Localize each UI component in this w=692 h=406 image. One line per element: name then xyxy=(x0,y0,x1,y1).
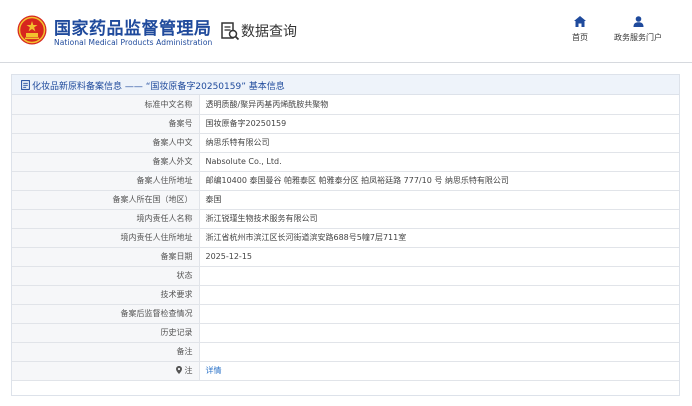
table-row: 历史记录 xyxy=(12,323,679,343)
row-label: 备案人所在国（地区） xyxy=(12,190,200,210)
row-value: 浙江省杭州市滨江区长河街道滨安路688号5幢7层711室 xyxy=(199,228,679,248)
nav-service-portal-label: 政务服务门户 xyxy=(614,33,662,42)
row-label-text: 境内责任人名称 xyxy=(136,214,193,223)
header-divider xyxy=(0,62,692,63)
pin-icon xyxy=(175,366,182,374)
table-row: 标准中文名称 透明质酸/聚异丙基丙烯酰胺共聚物 xyxy=(12,95,679,115)
table-row: 备案后监督检查情况 xyxy=(12,304,679,324)
row-label: 历史记录 xyxy=(12,323,200,343)
row-label: 境内责任人名称 xyxy=(12,209,200,229)
row-label-text: 历史记录 xyxy=(160,328,193,337)
row-label-text: 备案后监督检查情况 xyxy=(120,309,193,318)
row-label: 备案后监督检查情况 xyxy=(12,304,200,324)
row-value-text: 泰国 xyxy=(205,195,222,204)
nav-service-portal[interactable]: 政务服务门户 xyxy=(610,16,666,43)
row-label-text: 备案人住所地址 xyxy=(136,176,193,185)
row-label-text: 备案日期 xyxy=(160,252,193,261)
details-link[interactable]: 详情 xyxy=(206,366,222,375)
row-value: Nabsolute Co., Ltd. xyxy=(199,152,679,172)
row-value: 浙江锐瑾生物技术服务有限公司 xyxy=(199,209,679,229)
row-value xyxy=(199,323,679,343)
row-value: 泰国 xyxy=(199,190,679,210)
org-name-en: National Medical Products Administration xyxy=(54,38,213,47)
row-label: 标准中文名称 xyxy=(12,95,200,115)
row-label: 备案号 xyxy=(12,114,200,134)
site-header: 国家药品监督管理局 National Medical Products Admi… xyxy=(0,0,692,62)
table-row: 注 详情 xyxy=(12,361,679,381)
row-label-text: 状态 xyxy=(176,271,193,280)
row-label: 备注 xyxy=(12,342,200,362)
row-label: 注 xyxy=(12,361,200,381)
row-label-text: 备注 xyxy=(176,347,193,356)
panel-title: 化妆品新原料备案信息 —— “国妆原备字20250159” 基本信息 xyxy=(32,82,285,92)
nav-home[interactable]: 首页 xyxy=(552,16,608,43)
row-label: 备案日期 xyxy=(12,247,200,267)
row-value-text: 2025-12-15 xyxy=(205,252,253,261)
row-label-text: 备案人外文 xyxy=(152,157,193,166)
row-value xyxy=(199,304,679,324)
row-label: 备案人中文 xyxy=(12,133,200,153)
data-query-icon xyxy=(221,22,240,41)
row-value xyxy=(199,285,679,305)
home-icon xyxy=(574,16,586,27)
row-value-text: 浙江省杭州市滨江区长河街道滨安路688号5幢7层711室 xyxy=(205,233,407,242)
row-label: 技术要求 xyxy=(12,285,200,305)
row-value-text: 纳思乐特有限公司 xyxy=(205,138,270,147)
table-row: 境内责任人住所地址 浙江省杭州市滨江区长河街道滨安路688号5幢7层711室 xyxy=(12,228,679,248)
row-label-text: 技术要求 xyxy=(160,290,193,299)
table-row: 备案人所在国（地区） 泰国 xyxy=(12,190,679,210)
row-label-text: 标准中文名称 xyxy=(144,99,193,109)
row-value: 纳思乐特有限公司 xyxy=(199,133,679,153)
row-value: 2025-12-15 xyxy=(199,247,679,267)
row-label-text: 备案人所在国（地区） xyxy=(112,195,193,204)
table-row: 备案人住所地址 邮编10400 泰国曼谷 帕雅泰区 帕雅泰分区 拍凤裕廷路 777… xyxy=(12,171,679,191)
row-value: 详情 xyxy=(199,361,679,381)
document-icon xyxy=(21,80,30,90)
row-value-text: 浙江锐瑾生物技术服务有限公司 xyxy=(205,214,318,223)
row-value-text: 国妆原备字20250159 xyxy=(205,119,287,128)
table-row: 备案人中文 纳思乐特有限公司 xyxy=(12,133,679,153)
info-panel: 化妆品新原料备案信息 —— “国妆原备字20250159” 基本信息 标准中文名… xyxy=(11,74,680,396)
row-label: 状态 xyxy=(12,266,200,286)
row-label-text: 备案人中文 xyxy=(152,138,193,147)
user-icon xyxy=(633,16,643,27)
row-value: 透明质酸/聚异丙基丙烯酰胺共聚物 xyxy=(199,95,679,115)
table-row: 技术要求 xyxy=(12,285,679,305)
row-value: 邮编10400 泰国曼谷 帕雅泰区 帕雅泰分区 拍凤裕廷路 777/10 号 纳… xyxy=(199,171,679,191)
row-label: 境内责任人住所地址 xyxy=(12,228,200,248)
panel-title-bar: 化妆品新原料备案信息 —— “国妆原备字20250159” 基本信息 xyxy=(12,75,679,95)
nav-home-label: 首页 xyxy=(572,33,588,42)
section-title: 数据查询 xyxy=(241,24,297,40)
table-row: 备注 xyxy=(12,342,679,362)
table-row: 境内责任人名称 浙江锐瑾生物技术服务有限公司 xyxy=(12,209,679,229)
national-emblem-icon xyxy=(17,15,47,45)
row-value-text: Nabsolute Co., Ltd. xyxy=(205,157,282,166)
row-value-text: 透明质酸/聚异丙基丙烯酰胺共聚物 xyxy=(205,99,329,109)
row-label-text: 注 xyxy=(184,366,193,375)
table-row: 备案日期 2025-12-15 xyxy=(12,247,679,267)
row-value xyxy=(199,342,679,362)
row-label: 备案人住所地址 xyxy=(12,171,200,191)
row-label: 备案人外文 xyxy=(12,152,200,172)
info-table: 标准中文名称 透明质酸/聚异丙基丙烯酰胺共聚物 备案号 国妆原备字20250159 备案… xyxy=(12,95,679,381)
row-label-text: 境内责任人住所地址 xyxy=(120,233,193,242)
table-row: 备案号 国妆原备字20250159 xyxy=(12,114,679,134)
row-value: 国妆原备字20250159 xyxy=(199,114,679,134)
row-label-text: 备案号 xyxy=(168,119,193,128)
row-value-text: 邮编10400 泰国曼谷 帕雅泰区 帕雅泰分区 拍凤裕廷路 777/10 号 纳… xyxy=(205,176,509,185)
table-row: 状态 xyxy=(12,266,679,286)
row-value xyxy=(199,266,679,286)
org-name-cn: 国家药品监督管理局 xyxy=(54,19,212,39)
table-row: 备案人外文 Nabsolute Co., Ltd. xyxy=(12,152,679,172)
